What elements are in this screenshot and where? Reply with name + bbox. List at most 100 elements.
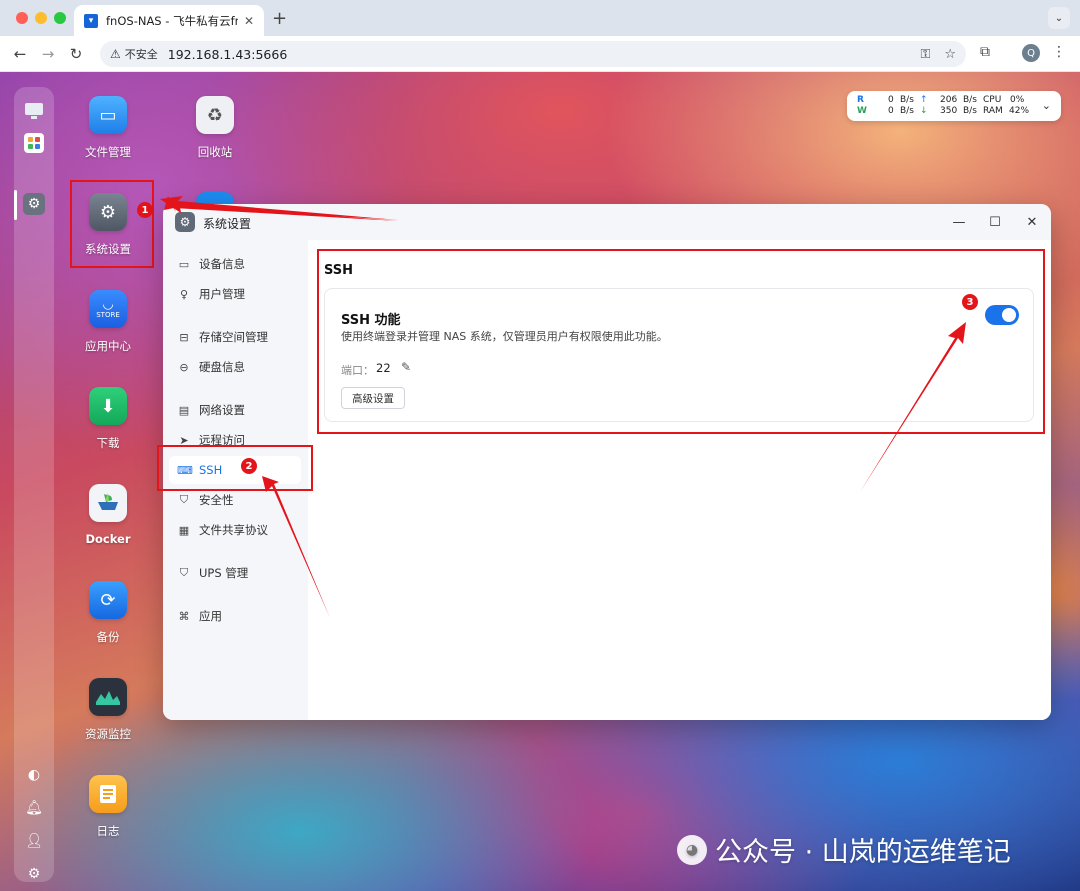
- notification-bell-icon[interactable]: 🔔︎: [23, 797, 45, 819]
- sidebar-item-network[interactable]: ▤ 网络设置: [169, 396, 301, 424]
- close-icon[interactable]: ✕: [1023, 213, 1041, 231]
- monitor-read-up-value: 206: [940, 95, 958, 105]
- sidebar-item-label: 应用: [199, 609, 222, 623]
- app-label: 下载: [96, 436, 120, 450]
- more-menu-icon[interactable]: ⋮: [1052, 44, 1066, 60]
- monitor-unit: B/s: [963, 95, 977, 105]
- zoom-window-button[interactable]: [54, 12, 66, 24]
- desktop-app-file-manager[interactable]: ▭ 文件管理: [68, 96, 148, 160]
- reload-icon[interactable]: ↻: [66, 44, 86, 64]
- user-icon[interactable]: 👤︎: [23, 830, 45, 852]
- app-label: 备份: [96, 630, 120, 644]
- forward-arrow-icon[interactable]: →: [38, 44, 58, 64]
- tab-title: fnOS-NAS - 飞牛私有云fnOS: [106, 13, 238, 28]
- extensions-puzzle-icon[interactable]: ⧉: [980, 44, 990, 60]
- monitor-unit: B/s: [900, 106, 914, 116]
- watermark-text: 公众号 · 山岚的运维笔记: [715, 837, 1011, 868]
- warning-triangle-icon: ⚠: [110, 47, 121, 61]
- ups-icon: ⛉: [179, 566, 189, 579]
- annotation-box-ssh-menu: [157, 445, 313, 491]
- close-window-button[interactable]: [16, 12, 28, 24]
- annotation-callout-1: 1: [137, 202, 153, 218]
- monitor-write-down-value: 0: [888, 106, 894, 116]
- desktop-app-app-center[interactable]: ◡ STORE 应用中心: [68, 290, 148, 354]
- monitor-ram-label: RAM: [983, 106, 1003, 116]
- profile-avatar[interactable]: Q: [1022, 44, 1040, 62]
- sidebar-item-file-share[interactable]: ▦ 文件共享协议: [169, 516, 301, 544]
- sidebar-item-user-management[interactable]: ♀ 用户管理: [169, 280, 301, 308]
- desktop-app-download[interactable]: ⬇ 下载: [68, 387, 148, 451]
- dock-active-indicator: [14, 190, 17, 220]
- store-badge: STORE: [96, 311, 120, 319]
- sidebar-item-label: 网络设置: [199, 403, 245, 417]
- sidebar-item-label: 硬盘信息: [199, 360, 245, 374]
- app-label: 应用中心: [85, 339, 131, 353]
- left-dock: ⚙ ◐ 🔔︎ 👤︎ ⚙: [14, 87, 54, 882]
- insecure-label[interactable]: 不安全: [125, 46, 158, 62]
- app-label: 回收站: [197, 145, 233, 159]
- sidebar-item-label: 安全性: [199, 493, 234, 507]
- sidebar-item-storage[interactable]: ⊟ 存储空间管理: [169, 323, 301, 351]
- network-icon: ▤: [178, 403, 190, 417]
- tab-search-chevron-icon[interactable]: ⌄: [1048, 7, 1070, 29]
- url-text[interactable]: 192.168.1.43:5666: [168, 47, 907, 62]
- monitor-cpu-value: 0%: [1010, 95, 1025, 105]
- dock-settings-gear-icon[interactable]: ⚙: [23, 193, 45, 215]
- sidebar-item-label: UPS 管理: [199, 566, 249, 580]
- apps-icon: ⌘: [178, 609, 190, 623]
- sidebar-item-device-info[interactable]: ▭ 设备信息: [169, 250, 301, 278]
- resource-monitor-icon: [89, 678, 127, 716]
- device-info-icon: ▭: [178, 257, 190, 271]
- back-arrow-icon[interactable]: ←: [10, 44, 30, 64]
- disk-icon: ⊖: [179, 360, 189, 374]
- sidebar-item-label: 存储空间管理: [199, 330, 268, 344]
- new-tab-button[interactable]: +: [272, 8, 287, 29]
- desktop-app-log[interactable]: 日志: [68, 775, 148, 839]
- app-grid-icon[interactable]: [23, 132, 45, 154]
- address-bar[interactable]: ⚠ 不安全 192.168.1.43:5666 ⚿ ☆: [100, 41, 966, 67]
- recycle-bin-icon: ♻: [196, 96, 234, 134]
- desktop-app-docker[interactable]: Docker: [68, 484, 148, 546]
- desktop-app-recycle-bin[interactable]: ♻ 回收站: [175, 96, 255, 160]
- window-titlebar[interactable]: ⚙ 系统设置 — ☐ ✕: [163, 204, 1051, 240]
- store-icon: ◡ STORE: [89, 290, 127, 328]
- minimize-icon[interactable]: —: [950, 213, 968, 231]
- monitor-read-label: R: [857, 95, 864, 105]
- window-title: 系统设置: [203, 217, 252, 231]
- browser-toolbar: ← → ↻ ⚠ 不安全 192.168.1.43:5666 ⚿ ☆ ⧉ ⋮: [0, 36, 1080, 72]
- tab-close-icon[interactable]: ✕: [244, 14, 254, 28]
- download-arrow-icon: ↓: [920, 106, 928, 116]
- monitor-unit: B/s: [963, 106, 977, 116]
- security-icon: ⛉: [179, 493, 189, 506]
- maximize-icon[interactable]: ☐: [986, 213, 1004, 231]
- wechat-logo-icon: ◕: [677, 834, 707, 865]
- monitor-cpu-label: CPU: [983, 95, 1002, 105]
- app-label: 日志: [96, 824, 120, 838]
- monitor-write-up-value: 350: [940, 106, 958, 116]
- dock-status-icon[interactable]: ◐: [23, 764, 45, 786]
- fnos-favicon-icon: ▾: [84, 13, 98, 28]
- sidebar-item-disk-info[interactable]: ⊖ 硬盘信息: [169, 353, 301, 381]
- desktop-monitor-icon[interactable]: [23, 100, 45, 122]
- browser-tab[interactable]: ▾ fnOS-NAS - 飞牛私有云fnOS ✕: [74, 5, 264, 36]
- user-management-icon: ♀: [179, 287, 189, 301]
- sidebar-item-ups[interactable]: ⛉ UPS 管理: [169, 559, 301, 587]
- annotation-callout-3: 3: [962, 294, 978, 310]
- minimize-window-button[interactable]: [35, 12, 47, 24]
- settings-gear-icon: ⚙: [175, 212, 195, 232]
- bookmark-star-icon[interactable]: ☆: [944, 47, 956, 62]
- annotation-box-ssh-panel: [317, 249, 1045, 434]
- resource-monitor-widget[interactable]: R W 0 0 B/s B/s ↑ ↓ 206 350 B/s B/s CPU …: [847, 91, 1061, 121]
- watermark: ◕ 公众号 · 山岚的运维笔记: [677, 830, 1011, 869]
- desktop-app-backup[interactable]: ⟳ 备份: [68, 581, 148, 645]
- expand-chevron-icon[interactable]: ⌄: [1042, 99, 1051, 112]
- desktop-app-resource-monitor[interactable]: 资源监控: [68, 678, 148, 742]
- annotation-callout-2: 2: [241, 458, 257, 474]
- dock-gear-icon[interactable]: ⚙: [23, 863, 45, 885]
- storage-icon: ⊟: [179, 330, 189, 344]
- sidebar-item-apps[interactable]: ⌘ 应用: [169, 602, 301, 630]
- download-icon: ⬇: [89, 387, 127, 425]
- folder-icon: ▭: [89, 96, 127, 134]
- sidebar-item-label: 文件共享协议: [199, 523, 268, 537]
- password-key-icon[interactable]: ⚿: [920, 47, 930, 62]
